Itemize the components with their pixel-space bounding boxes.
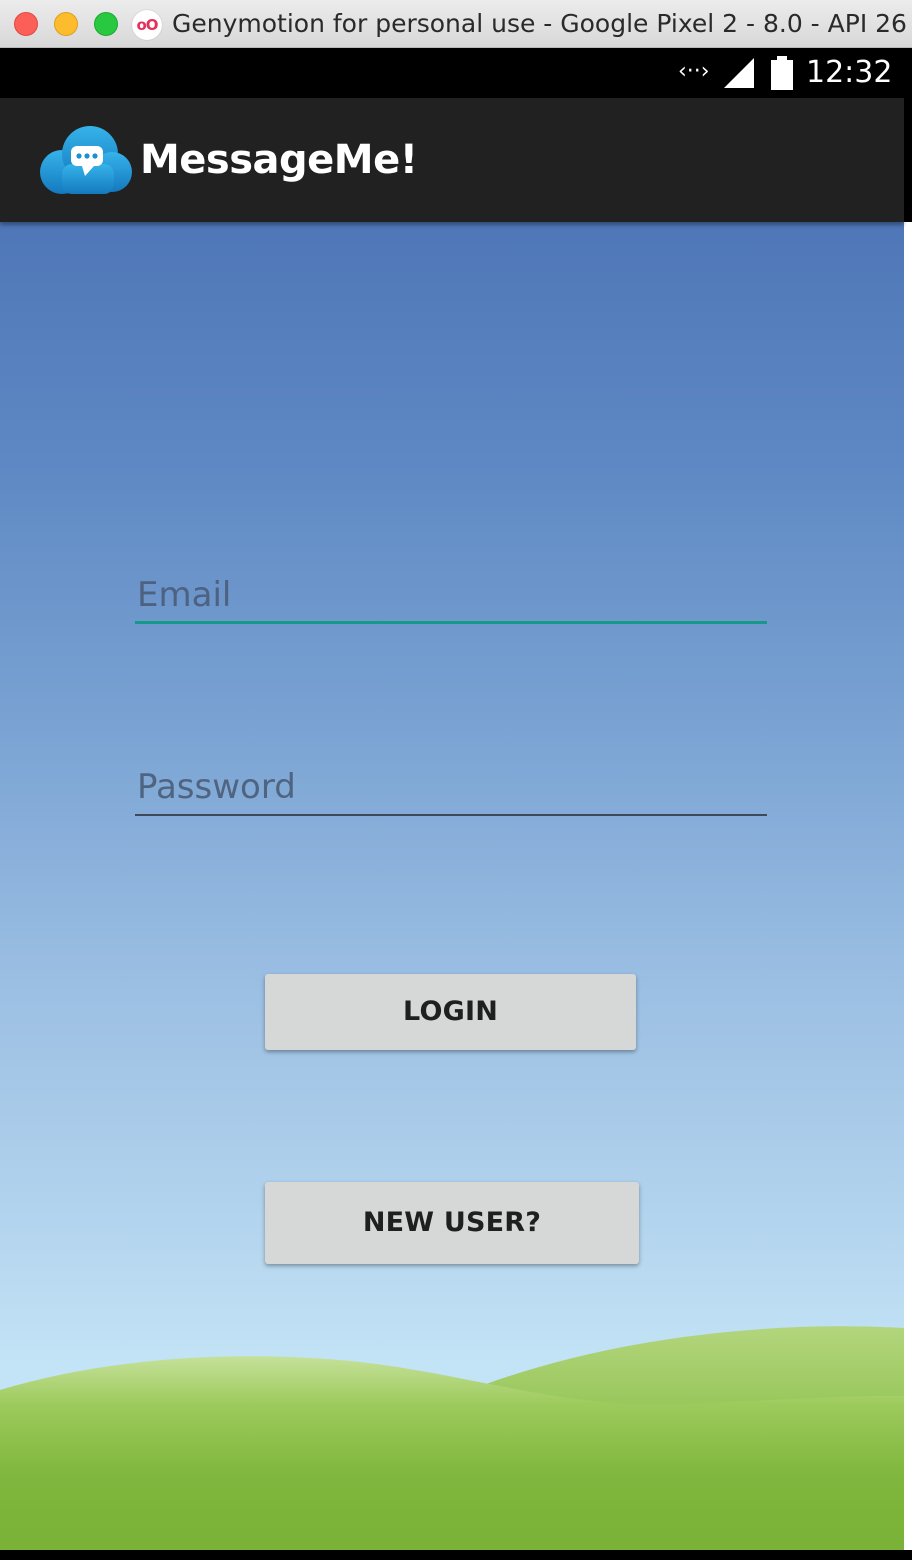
email-input[interactable] <box>135 568 767 621</box>
battery-icon <box>771 56 793 90</box>
data-activity-icon: ‹··› <box>678 59 710 84</box>
genymotion-logo-icon: oO <box>132 10 162 40</box>
app-title: MessageMe! <box>140 137 418 183</box>
login-button[interactable]: LOGIN <box>265 974 636 1050</box>
app-bar: MessageMe! <box>0 98 904 222</box>
password-field[interactable] <box>135 760 767 816</box>
window-close-button[interactable] <box>14 12 38 36</box>
window-edge <box>904 222 912 1560</box>
window-bottom-edge <box>0 1550 912 1560</box>
window-maximize-button[interactable] <box>94 12 118 36</box>
hills-background <box>0 1326 904 1550</box>
password-input[interactable] <box>135 760 767 814</box>
window-minimize-button[interactable] <box>54 12 78 36</box>
mac-title-bar: oO Genymotion for personal use - Google … <box>0 0 912 48</box>
email-field[interactable] <box>135 568 767 624</box>
login-screen: LOGIN NEW USER? <box>0 222 904 1550</box>
genymotion-window: oO Genymotion for personal use - Google … <box>0 0 912 1560</box>
cloud-chat-icon <box>40 126 132 194</box>
new-user-button[interactable]: NEW USER? <box>265 1182 639 1264</box>
signal-icon <box>724 58 754 88</box>
window-title: Genymotion for personal use - Google Pix… <box>172 9 912 38</box>
android-status-bar: ‹··› 12:32 <box>0 48 912 98</box>
status-time: 12:32 <box>806 55 893 90</box>
